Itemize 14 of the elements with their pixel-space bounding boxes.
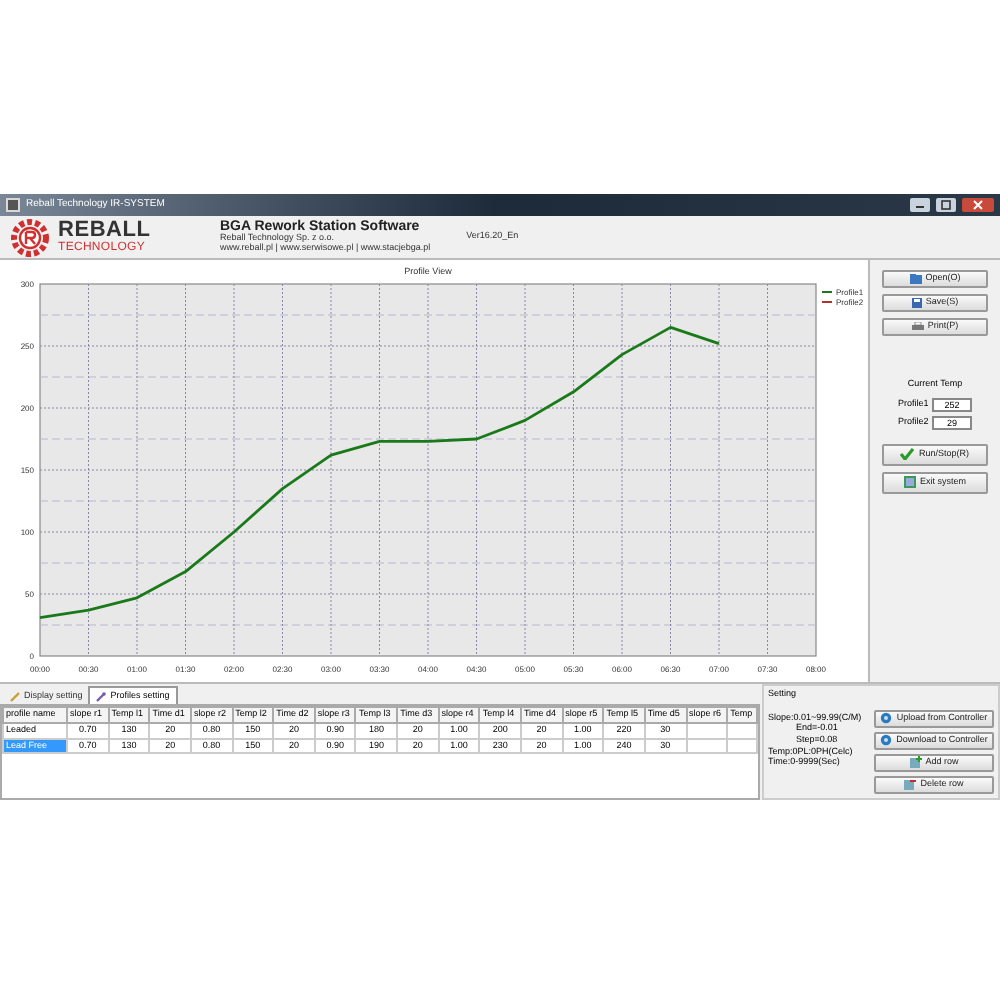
wrench-icon [96, 691, 107, 701]
add-icon [909, 756, 922, 769]
folder-icon [909, 274, 922, 284]
checkmark-icon [900, 448, 915, 461]
disk-icon [911, 298, 922, 308]
logo-name: REBALL [58, 220, 151, 242]
exit-icon [903, 476, 916, 489]
minimize-icon[interactable] [910, 198, 930, 212]
close-icon[interactable] [962, 198, 994, 212]
printer-icon [911, 322, 924, 332]
brush-icon [10, 691, 20, 701]
app-icon [6, 198, 20, 212]
maximize-icon[interactable] [936, 198, 956, 212]
delete-icon [904, 778, 917, 791]
